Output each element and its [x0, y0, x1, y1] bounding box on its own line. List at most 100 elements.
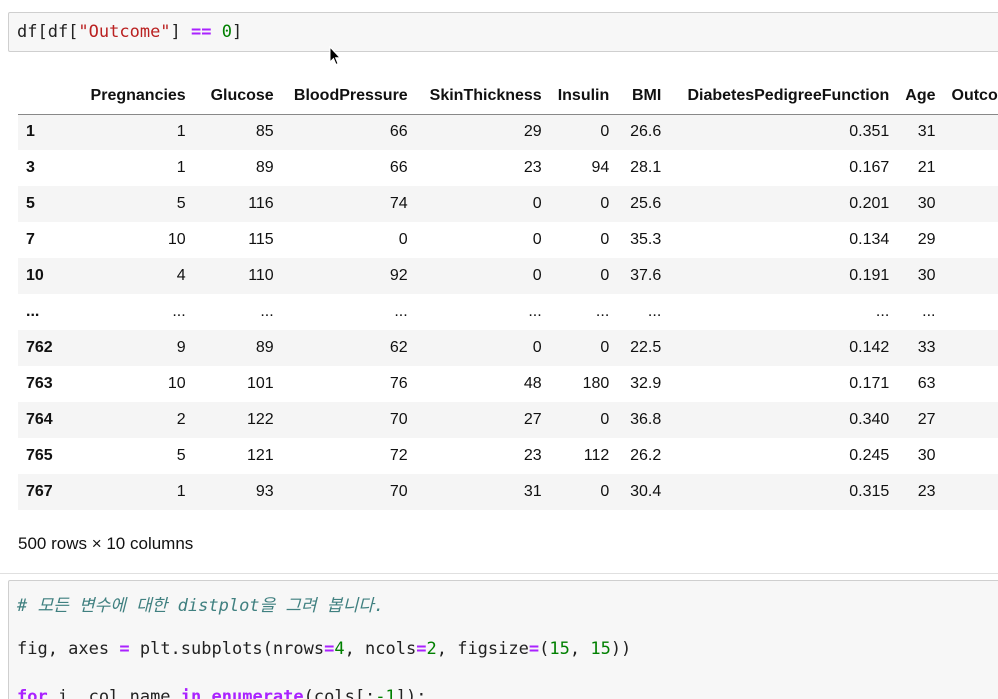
table-cell: 1 [176, 159, 186, 176]
table-row: 10 4 110 92 0 0 37.6 0.191 30 0 [18, 258, 998, 294]
table-cell: 36.8 [630, 411, 662, 428]
table-cell: 0 [944, 402, 998, 438]
code-line[interactable]: for i, col_name in enumerate(cols[:-1]): [17, 687, 427, 699]
table-cell: 66 [389, 159, 408, 176]
table-cell: 0.171 [849, 375, 890, 392]
table-cell: 26.6 [630, 123, 662, 141]
table-cell: 116 [248, 195, 274, 212]
table-cell: 23 [917, 483, 936, 500]
dataframe-output: Pregnancies Glucose BloodPressure SkinThick… [18, 78, 998, 510]
table-cell: 10 [167, 375, 186, 392]
row-index: 1 [26, 123, 35, 141]
code-cell-distplot[interactable]: # 모든 변수에 대한 distplot을 그려 봅니다. fig, axes =… [8, 580, 998, 699]
table-cell: 30 [917, 267, 936, 284]
table-cell: 30 [917, 447, 936, 464]
table-cell: ... [922, 303, 936, 320]
table-cell: 0.167 [849, 159, 890, 176]
code-cell-filter[interactable]: df[df["Outcome"] == 0] [8, 12, 998, 52]
table-cell: 0.142 [849, 339, 890, 356]
code-token: ( [539, 639, 550, 659]
code-token: df[df[ [17, 22, 79, 42]
table-cell: 76 [389, 375, 408, 392]
table-cell: 115 [248, 231, 274, 248]
table-cell: ... [944, 294, 998, 330]
table-cell: 110 [248, 267, 274, 284]
column-header: DiabetesPedigreeFunction [669, 78, 898, 115]
table-cell: 0 [600, 483, 610, 500]
table-row: .............................. [18, 294, 998, 330]
table-cell: 0 [600, 411, 610, 428]
row-index: 10 [26, 267, 44, 284]
table-cell: 94 [591, 159, 610, 176]
dataframe-table: Pregnancies Glucose BloodPressure SkinThick… [18, 78, 998, 510]
table-cell: 5 [176, 195, 186, 212]
table-cell: 70 [389, 411, 408, 428]
row-index: 765 [26, 447, 53, 464]
table-row: 7 10 115 0 0 0 35.3 0.134 29 0 [18, 222, 998, 258]
table-row: 1 1 85 66 29 0 26.6 0.351 31 0 [18, 114, 998, 150]
table-row: 5 5 116 74 0 0 25.6 0.201 30 0 [18, 186, 998, 222]
table-cell: 70 [389, 483, 408, 500]
code-token: = [324, 639, 335, 659]
cell-divider [0, 573, 998, 574]
table-cell: 26.2 [630, 447, 662, 464]
column-header: SkinThickness [415, 78, 550, 115]
table-cell: 89 [255, 159, 274, 176]
table-cell: 0 [532, 267, 542, 284]
code-token: 2 [426, 639, 437, 659]
table-cell: 30.4 [630, 483, 662, 500]
code-token: i, col_name [47, 687, 181, 699]
table-cell: 101 [247, 375, 274, 392]
table-cell: 0.201 [849, 195, 890, 212]
table-row: 765 5 121 72 23 112 26.2 0.245 30 0 [18, 438, 998, 474]
table-cell: 27 [917, 411, 936, 428]
code-line[interactable]: fig, axes = plt.subplots(nrows=4, ncols=… [17, 639, 631, 659]
table-cell: 0 [944, 150, 998, 186]
code-token: = [119, 639, 130, 659]
table-cell: 0 [944, 474, 998, 510]
table-row: 3 1 89 66 23 94 28.1 0.167 21 0 [18, 150, 998, 186]
table-cell: 2 [176, 411, 186, 428]
column-header: Outcome [943, 78, 998, 115]
row-index: 763 [26, 375, 53, 392]
table-cell: 0 [600, 231, 610, 248]
table-cell: 0 [600, 267, 610, 284]
column-header: Pregnancies [60, 78, 194, 115]
code-token: ] [232, 22, 243, 42]
table-cell: 74 [389, 195, 408, 212]
code-token: plt.subplots(nrows [129, 639, 325, 659]
code-token: (cols[: [303, 687, 376, 699]
code-line[interactable]: df[df["Outcome"] == 0] [17, 22, 242, 42]
table-cell: 5 [176, 447, 186, 464]
table-cell: 0 [944, 438, 998, 474]
table-cell: 9 [176, 339, 186, 356]
row-index: 767 [26, 483, 53, 500]
table-cell: 25.6 [630, 195, 662, 212]
table-body: 11856629026.60.351310318966239428.10.167… [18, 114, 998, 510]
table-cell: 37.6 [630, 267, 662, 284]
table-cell: 31 [523, 483, 542, 500]
code-token: fig, axes [17, 639, 120, 659]
code-token: = [528, 639, 540, 659]
table-cell: ... [172, 303, 186, 320]
table-cell: 21 [917, 159, 936, 176]
table-cell: 0 [532, 231, 542, 248]
table-cell: 0 [944, 186, 998, 222]
table-cell: 66 [389, 123, 408, 141]
table-cell: 0.134 [849, 231, 890, 248]
table-cell: 48 [523, 375, 542, 392]
table-cell: 0 [944, 114, 998, 150]
table-cell: ... [528, 303, 542, 320]
code-line[interactable]: # 모든 변수에 대한 distplot을 그려 봅니다. [17, 591, 384, 616]
table-cell: 62 [389, 339, 408, 356]
table-cell: 0 [532, 195, 542, 212]
code-token: = [416, 639, 427, 659]
table-cell: 33 [917, 339, 936, 356]
table-cell: 89 [255, 339, 274, 356]
code-token: in [180, 687, 202, 699]
code-token: , [569, 639, 591, 659]
table-cell: 0 [944, 258, 998, 294]
row-index: ... [26, 303, 40, 320]
code-token: 4 [334, 639, 345, 659]
